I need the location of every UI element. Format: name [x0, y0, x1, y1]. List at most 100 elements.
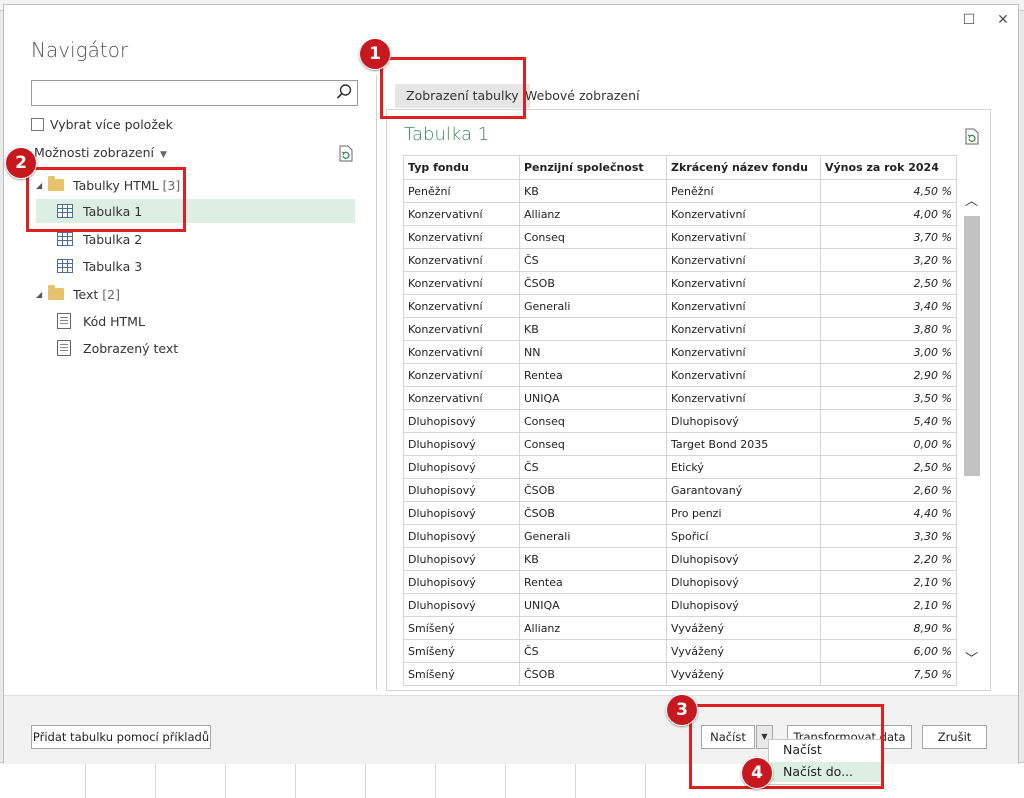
table-row: Konzervativní Allianz Konzervativní 4,00 %: [403, 202, 957, 226]
multi-select-checkbox[interactable]: [31, 118, 44, 131]
table-cell: Konzervativní: [403, 248, 520, 272]
tree-item-label: Tabulka 3: [83, 258, 143, 274]
table-icon: [57, 259, 73, 273]
table-cell: Dluhopisový: [666, 547, 821, 571]
expand-triangle-icon[interactable]: ◢: [36, 290, 48, 299]
column-header[interactable]: Penzijní společnost: [519, 155, 667, 180]
table-cell: KB: [519, 179, 667, 203]
table-cell: Dluhopisový: [403, 409, 520, 433]
scroll-down-icon[interactable]: ﹀: [963, 648, 980, 667]
add-table-by-example-button[interactable]: Přidat tabulku pomocí příkladů: [31, 725, 211, 749]
refresh-icon[interactable]: [338, 145, 354, 162]
table-cell: Smíšený: [403, 639, 520, 663]
table-cell: 2,20 %: [820, 547, 957, 571]
scrollbar-thumb[interactable]: [964, 216, 980, 476]
pane-divider[interactable]: [376, 75, 377, 690]
table-row: Dluhopisový Generali Spořicí 3,30 %: [403, 524, 957, 548]
table-cell: Konzervativní: [403, 340, 520, 364]
table-cell: 6,00 %: [820, 639, 957, 663]
table-cell: 3,30 %: [820, 524, 957, 548]
table-row: Dluhopisový ČSOB Garantovaný 2,60 %: [403, 478, 957, 502]
column-header[interactable]: Výnos za rok 2024: [820, 155, 957, 180]
scroll-up-icon[interactable]: ︿: [963, 190, 980, 209]
document-icon: [57, 313, 71, 329]
table-cell: Target Bond 2035: [666, 432, 821, 456]
tree-item-zobrazeny-text[interactable]: Zobrazený text: [36, 336, 178, 360]
table-cell: Konzervativní: [666, 386, 821, 410]
multi-select-label: Vybrat více položek: [50, 117, 173, 132]
table-cell: 2,10 %: [820, 570, 957, 594]
tree-item-kod-html[interactable]: Kód HTML: [36, 309, 145, 333]
table-cell: 2,60 %: [820, 478, 957, 502]
tree-group-text[interactable]: ◢ Text [2]: [36, 282, 120, 306]
table-cell: Konzervativní: [403, 271, 520, 295]
view-options-dropdown[interactable]: Možnosti zobrazení ▼: [34, 145, 167, 160]
maximize-icon[interactable]: ☐: [960, 11, 978, 29]
refresh-icon[interactable]: [964, 128, 980, 145]
table-row: Smíšený ČSOB Vyvážený 7,50 %: [403, 662, 957, 686]
table-row: Konzervativní NN Konzervativní 3,00 %: [403, 340, 957, 364]
close-icon[interactable]: ✕: [994, 11, 1012, 29]
multi-select-option[interactable]: Vybrat více položek: [31, 117, 173, 132]
table-cell: Konzervativní: [666, 248, 821, 272]
table-cell: ČS: [519, 248, 667, 272]
table-row: Dluhopisový Conseq Target Bond 2035 0,00 %: [403, 432, 957, 456]
table-cell: Conseq: [519, 225, 667, 249]
table-cell: 8,90 %: [820, 616, 957, 640]
table-cell: Konzervativní: [403, 386, 520, 410]
tab-web-view[interactable]: Webové zobrazení: [525, 84, 640, 108]
tree-item-label: Kód HTML: [83, 313, 145, 329]
table-cell: Smíšený: [403, 662, 520, 686]
table-cell: ČS: [519, 639, 667, 663]
table-cell: Peněžní: [403, 179, 520, 203]
view-options-label: Možnosti zobrazení: [34, 145, 155, 160]
search-icon[interactable]: [335, 83, 353, 101]
table-cell: Spořicí: [666, 524, 821, 548]
table-cell: Konzervativní: [666, 340, 821, 364]
folder-icon: [48, 285, 64, 300]
column-header[interactable]: Zkrácený název fondu: [666, 155, 821, 180]
table-cell: Konzervativní: [666, 225, 821, 249]
chevron-down-icon: ▼: [160, 150, 167, 160]
table-cell: Dluhopisový: [403, 593, 520, 617]
table-cell: Konzervativní: [403, 202, 520, 226]
table-cell: Rentea: [519, 363, 667, 387]
table-header-row: Typ fondu Penzijní společnost Zkrácený n…: [403, 155, 957, 180]
table-cell: 2,50 %: [820, 455, 957, 479]
table-cell: 3,80 %: [820, 317, 957, 341]
table-row: Peněžní KB Peněžní 4,50 %: [403, 179, 957, 203]
table-row: Konzervativní ČSOB Konzervativní 2,50 %: [403, 271, 957, 295]
table-cell: Garantovaný: [666, 478, 821, 502]
table-body: Peněžní KB Peněžní 4,50 % Konzervativní Allia…: [403, 179, 957, 686]
table-cell: KB: [519, 317, 667, 341]
table-cell: Konzervativní: [403, 363, 520, 387]
table-cell: Peněžní: [666, 179, 821, 203]
table-cell: 4,40 %: [820, 501, 957, 525]
table-cell: 0,00 %: [820, 432, 957, 456]
tree-item-tabulka-3[interactable]: Tabulka 3: [36, 254, 142, 278]
table-cell: Vyvážený: [666, 616, 821, 640]
table-row: Konzervativní Conseq Konzervativní 3,70 %: [403, 225, 957, 249]
table-icon: [57, 232, 73, 246]
table-cell: Vyvážený: [666, 639, 821, 663]
table-row: Dluhopisový Conseq Dluhopisový 5,40 %: [403, 409, 957, 433]
search-input[interactable]: [31, 80, 358, 106]
table-cell: ČSOB: [519, 271, 667, 295]
table-cell: Vyvážený: [666, 662, 821, 686]
table-row: Smíšený Allianz Vyvážený 8,90 %: [403, 616, 957, 640]
vertical-scrollbar[interactable]: ︿ ﹀: [963, 180, 980, 680]
table-cell: 2,50 %: [820, 271, 957, 295]
column-header[interactable]: Typ fondu: [403, 155, 520, 180]
table-cell: Conseq: [519, 432, 667, 456]
highlight-box-3-4: [689, 704, 884, 789]
table-cell: Dluhopisový: [666, 593, 821, 617]
table-cell: Dluhopisový: [666, 570, 821, 594]
table-row: Dluhopisový KB Dluhopisový 2,20 %: [403, 547, 957, 571]
table-row: Smíšený ČS Vyvážený 6,00 %: [403, 639, 957, 663]
cancel-button[interactable]: Zrušit: [922, 725, 987, 749]
tree-group-label: Text: [73, 286, 99, 302]
table-cell: Dluhopisový: [403, 501, 520, 525]
table-row: Dluhopisový ČSOB Pro penzi 4,40 %: [403, 501, 957, 525]
table-cell: 3,00 %: [820, 340, 957, 364]
highlight-box-1: [380, 57, 526, 119]
